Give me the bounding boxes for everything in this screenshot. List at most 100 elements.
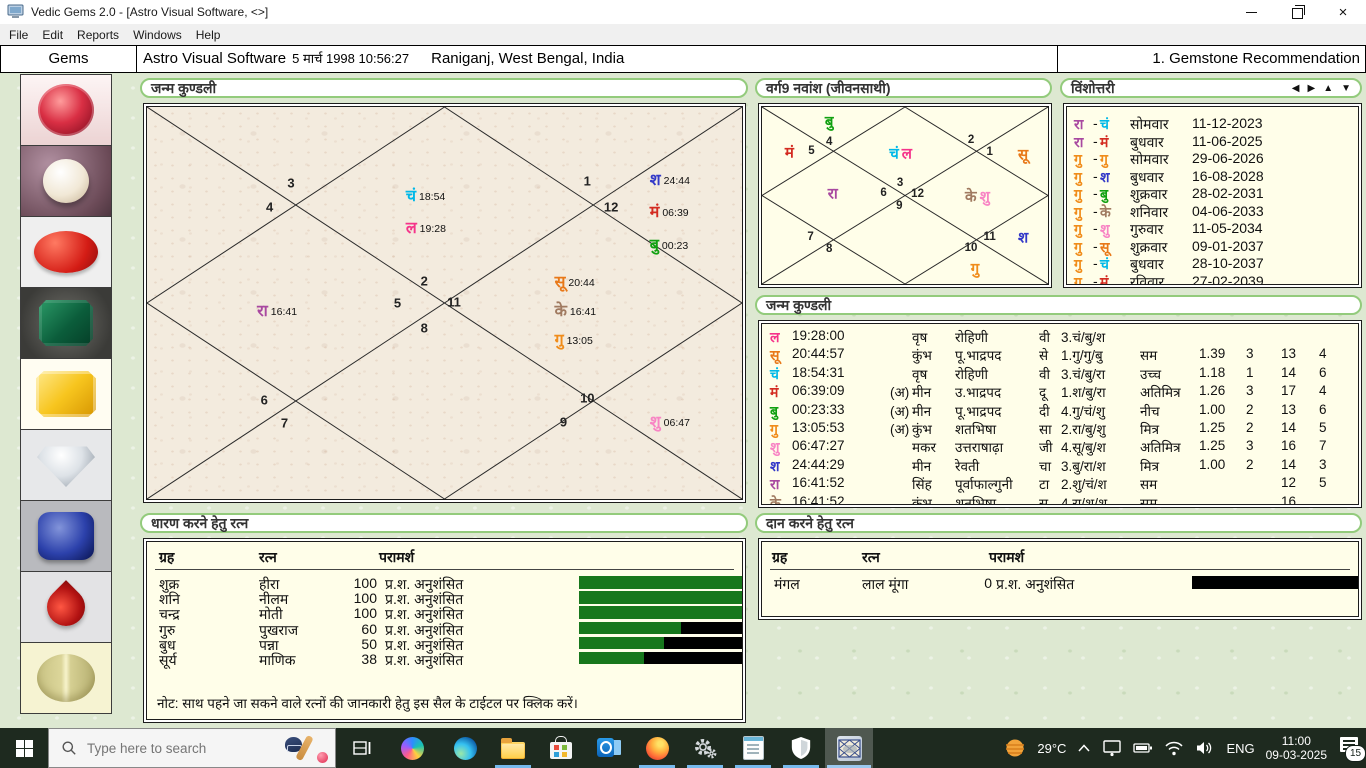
percent-value: 100	[335, 590, 377, 606]
menu-help[interactable]: Help	[189, 24, 228, 45]
menu-edit[interactable]: Edit	[35, 24, 70, 45]
recommendation-bar-fill	[579, 591, 743, 604]
nakshatra: रेवती	[955, 457, 979, 475]
dignity: सम	[1140, 475, 1157, 493]
menu-bar: FileEditReportsWindowsHelp	[0, 24, 1366, 45]
planet-abbr: मं	[785, 145, 794, 160]
value-2: 3	[1246, 383, 1254, 398]
main-area: जन्म कुण्डली 341122511867109चं18:54ल19:2…	[0, 73, 1366, 728]
file-explorer-button[interactable]	[489, 728, 537, 768]
pada-lords: 2.शु/चं/श	[1061, 475, 1107, 493]
recommendation-bar	[579, 652, 743, 665]
task-view-button[interactable]	[338, 728, 386, 768]
notepad-button[interactable]	[729, 728, 777, 768]
house-number-5: 5	[394, 296, 401, 311]
minimize-button[interactable]	[1228, 0, 1274, 24]
dignity: अतिमित्र	[1140, 383, 1181, 401]
gem-emerald-thumbnail[interactable]	[20, 287, 112, 359]
planet-abbr: शु	[980, 189, 990, 204]
house-number-9: 9	[560, 414, 567, 429]
tray-chevron-up-icon[interactable]	[1077, 743, 1091, 753]
planet-abbr: बु	[770, 402, 778, 421]
longitude: 16:41:52	[792, 494, 845, 505]
dignity: मित्र	[1140, 457, 1159, 475]
birth-chart-panel-title[interactable]: जन्म कुण्डली	[140, 78, 748, 98]
gem-blue-sapphire-thumbnail[interactable]	[20, 500, 112, 572]
dasha-next-icon[interactable]: ▶	[1307, 83, 1315, 94]
close-button[interactable]: ×	[1320, 0, 1366, 24]
dasha-row: गु-मंरविवार27-02-2039	[1067, 273, 1358, 286]
taskbar-clock[interactable]: 11:00 09-03-2025	[1266, 734, 1327, 762]
language-indicator[interactable]: ENG	[1226, 741, 1254, 756]
dasha-prev-icon[interactable]: ◀	[1292, 83, 1300, 94]
planet-abbr: श	[650, 173, 661, 189]
cast-display-icon[interactable]	[1102, 739, 1122, 757]
longitude: 13:05:53	[792, 420, 845, 435]
gem-hessonite-thumbnail[interactable]	[20, 571, 112, 643]
search-box[interactable]	[48, 728, 336, 768]
gem-ruby-thumbnail[interactable]	[20, 74, 112, 146]
hessonite-gem-icon	[39, 580, 93, 634]
edge-button[interactable]	[441, 728, 489, 768]
dasha-up-icon[interactable]: ▲	[1323, 83, 1333, 94]
gem-cats-eye-thumbnail[interactable]	[20, 642, 112, 714]
birth-chart: 341122511867109चं18:54ल19:28श24:44मं06:3…	[146, 106, 743, 500]
house-number-6: 6	[880, 187, 886, 199]
outlook-button[interactable]	[585, 728, 633, 768]
search-input[interactable]	[85, 740, 249, 757]
notification-count-badge: 15	[1345, 745, 1366, 762]
menu-file[interactable]: File	[2, 24, 35, 45]
planet-abbr: सू	[770, 346, 779, 365]
position-row: ल19:28:00वृषरोहिणीवी3.चं/बु/श	[762, 328, 1358, 346]
gem-red-coral-thumbnail[interactable]	[20, 216, 112, 288]
notification-center-button[interactable]: 15	[1338, 736, 1364, 760]
navamsa-panel-title[interactable]: वर्ग9 नवांश (जीवनसाथी)	[755, 78, 1052, 98]
name-syllable: वी	[1039, 328, 1050, 346]
house-number-10: 10	[580, 391, 594, 406]
weather-haze-icon[interactable]	[1004, 737, 1026, 759]
value-3: 14	[1281, 420, 1296, 435]
wear-gems-panel-title[interactable]: धारण करने हेतु रत्न	[140, 513, 748, 533]
settings-gears-icon	[692, 735, 718, 761]
restore-button[interactable]	[1274, 0, 1320, 24]
clock-date: 09-03-2025	[1266, 748, 1327, 762]
dash-separator: -	[1093, 220, 1098, 236]
menu-reports[interactable]: Reports	[70, 24, 126, 45]
volume-icon[interactable]	[1195, 740, 1215, 756]
vimshottari-panel-title[interactable]: विंशोत्तरी ◀ ▶ ▲ ▼	[1060, 78, 1362, 98]
nakshatra: उत्तराषाढ़ा	[955, 438, 1003, 456]
positions-panel-title[interactable]: जन्म कुण्डली	[755, 295, 1362, 315]
search-highlight-cricket-icon[interactable]	[285, 733, 329, 765]
planet-degree: 00:23	[662, 240, 688, 252]
rashi: कुंभ	[912, 346, 932, 364]
dasha-date: 11-06-2025	[1192, 133, 1263, 149]
value-3: 16	[1281, 438, 1296, 453]
settings-button[interactable]	[681, 728, 729, 768]
rashi: वृष	[912, 328, 927, 346]
retro-flag: (अ)	[890, 383, 909, 401]
gem-yellow-sapphire-thumbnail[interactable]	[20, 358, 112, 430]
advice-text: प्र.श. अनुशंसित	[996, 575, 1074, 594]
start-button[interactable]	[0, 728, 48, 768]
app-window-icon	[7, 4, 25, 20]
gem-recommendation-row: गुरुपुखराज60प्र.श. अनुशंसित	[147, 621, 742, 636]
pada-lords: 1.गु/गु/बु	[1061, 346, 1103, 364]
firefox-button[interactable]	[633, 728, 681, 768]
percent-value: 50	[335, 636, 377, 652]
donate-gems-panel-title[interactable]: दान करने हेतु रत्न	[755, 513, 1362, 533]
microsoft-store-button[interactable]	[537, 728, 585, 768]
menu-windows[interactable]: Windows	[126, 24, 189, 45]
gem-diamond-thumbnail[interactable]	[20, 429, 112, 501]
weather-temperature[interactable]: 29°C	[1037, 741, 1066, 756]
windows-security-button[interactable]	[777, 728, 825, 768]
vedic-gems-app-button[interactable]	[825, 728, 873, 768]
dasha-down-icon[interactable]: ▼	[1341, 83, 1351, 94]
copilot-button[interactable]	[388, 728, 436, 768]
house-number-8: 8	[421, 320, 428, 335]
gem-pearl-thumbnail[interactable]	[20, 145, 112, 217]
taskbar: 29°C ENG 11:00 09-03-2025	[0, 728, 1366, 768]
value-3: 17	[1281, 383, 1296, 398]
wifi-icon[interactable]	[1164, 740, 1184, 756]
battery-icon[interactable]	[1133, 741, 1153, 755]
planet-degree: 06:47	[664, 417, 690, 429]
